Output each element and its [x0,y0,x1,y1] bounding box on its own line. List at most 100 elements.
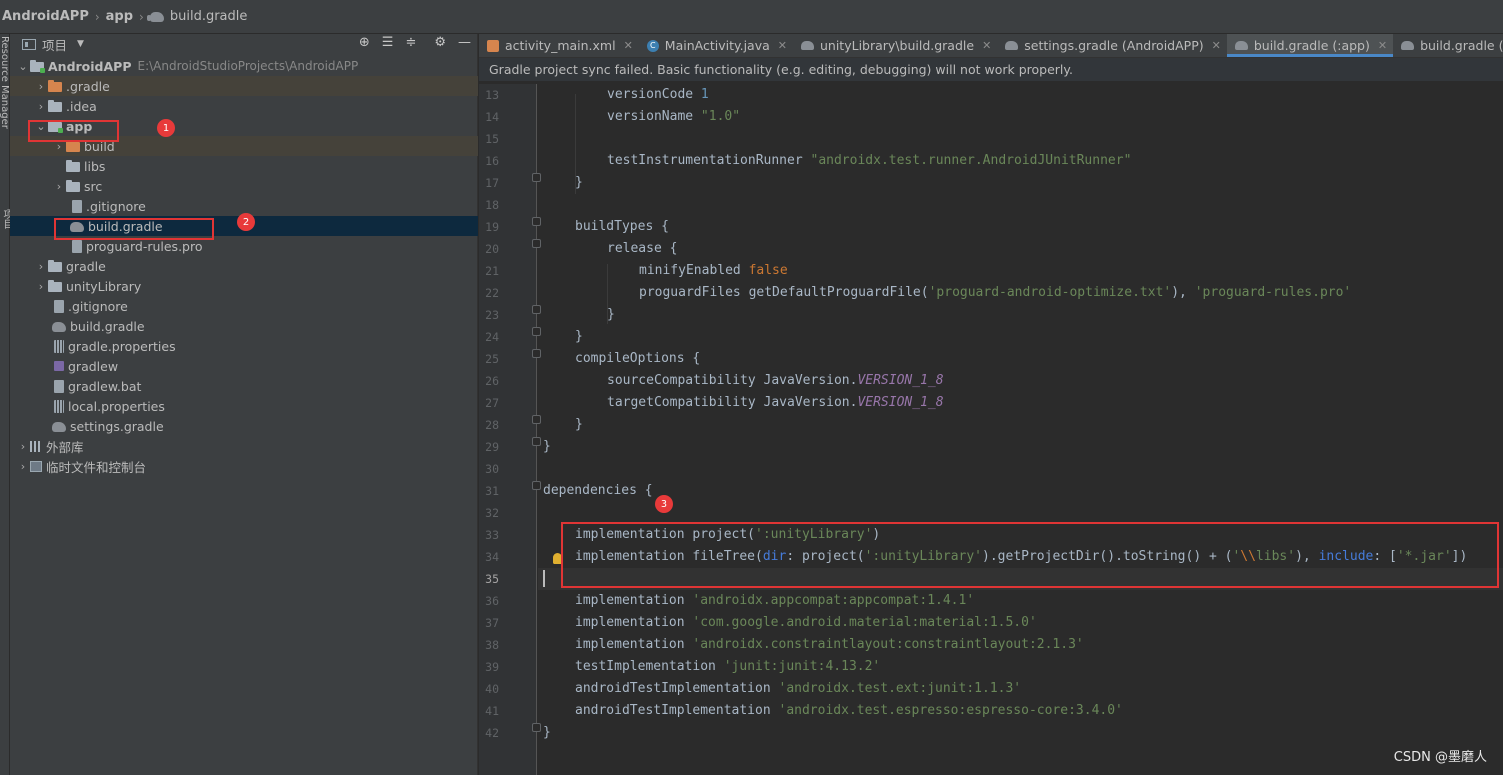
tree-item-idea[interactable]: › .idea [10,96,478,116]
tree-item-androidapp[interactable]: ⌄ AndroidAPP E:\AndroidStudioProjects\An… [10,56,478,76]
chevron-right-icon[interactable]: › [34,80,48,93]
line-number: 29 [485,440,499,454]
line-number: 15 [485,132,499,146]
breadcrumb-project[interactable]: AndroidAPP [2,9,89,24]
tab-activity-main-xml[interactable]: activity_main.xml ✕ [479,34,639,57]
close-icon[interactable]: ✕ [982,39,991,52]
fold-marker-icon[interactable] [532,173,541,182]
tree-item-unitylibrary[interactable]: › unityLibrary [10,276,478,296]
hide-panel-icon[interactable]: — [458,35,471,50]
resource-manager-tab[interactable]: Resource Manager [0,36,10,129]
fold-marker-icon[interactable] [532,217,541,226]
line-number: 38 [485,638,499,652]
breadcrumb-module[interactable]: app [106,9,133,24]
fold-marker-icon[interactable] [532,239,541,248]
line-number: 17 [485,176,499,190]
close-icon[interactable]: ✕ [1378,39,1387,52]
folder-icon [66,159,80,172]
line-number: 39 [485,660,499,674]
line-number: 21 [485,264,499,278]
breadcrumb-separator: › [94,9,100,24]
tree-item-gradle[interactable]: › gradle [10,256,478,276]
chevron-down-icon[interactable]: ⌄ [34,120,48,133]
close-icon[interactable]: ✕ [778,39,787,52]
tree-item-label: unityLibrary [66,278,142,294]
tree-item-src[interactable]: › src [10,176,478,196]
collapse-all-icon[interactable]: ≑ [405,35,416,50]
tree-item-label: .gitignore [68,298,128,314]
tab-root-build-gradle[interactable]: build.gradle (AndroidAP [1393,34,1503,57]
tree-item-gradlew-bat[interactable]: gradlew.bat [10,376,478,396]
fold-marker-icon[interactable] [532,349,541,358]
chevron-right-icon[interactable]: › [52,140,66,153]
line-number: 20 [485,242,499,256]
tree-item-app[interactable]: ⌄ app [10,116,478,136]
code-line-29: } [543,439,551,454]
code-line-33: implementation project(':unityLibrary') [575,527,881,542]
tree-item-label: build.gradle [70,318,145,334]
tree-item-root-gitignore[interactable]: .gitignore [10,296,478,316]
tree-item-label: libs [84,158,106,174]
fold-marker-icon[interactable] [532,481,541,490]
tree-item-label: app [66,118,93,134]
line-number: 36 [485,594,499,608]
close-icon[interactable]: ✕ [624,39,633,52]
gradle-elephant-icon [1401,41,1415,50]
tree-item-gradle-dir[interactable]: › .gradle [10,76,478,96]
fold-marker-icon[interactable] [532,305,541,314]
code-line-34: implementation fileTree(dir: project(':u… [575,549,1468,564]
code-line-37: implementation 'com.google.android.mater… [575,615,1037,630]
tree-item-local-properties[interactable]: local.properties [10,396,478,416]
tree-item-external-libraries[interactable]: › 外部库 [10,436,478,456]
tree-item-gradlew[interactable]: gradlew [10,356,478,376]
code-line-27: targetCompatibility JavaVersion.VERSION_… [607,395,944,410]
locate-icon[interactable]: ⊕ [359,35,370,50]
gradle-elephant-icon [1005,41,1019,50]
fold-marker-icon[interactable] [532,437,541,446]
tree-item-scratches[interactable]: › 临时文件和控制台 [10,456,478,476]
line-number: 22 [485,286,499,300]
tree-item-settings-gradle[interactable]: settings.gradle [10,416,478,436]
tree-item-label: gradlew.bat [68,378,142,394]
tab-settings-gradle[interactable]: settings.gradle (AndroidAPP) ✕ [997,34,1227,57]
breadcrumb-file[interactable]: build.gradle [170,9,248,24]
chevron-down-icon[interactable]: ▼ [77,39,84,49]
chevron-right-icon[interactable]: › [34,100,48,113]
fold-marker-icon[interactable] [532,415,541,424]
annotation-badge: 1 [157,119,175,137]
line-number: 33 [485,528,499,542]
folder-icon [48,259,62,272]
tree-item-label: 外部库 [46,439,84,455]
gradle-elephant-icon [800,41,814,50]
code-line-28: } [575,417,583,432]
tab-unitylibrary-build-gradle[interactable]: unityLibrary\build.gradle ✕ [793,34,997,57]
tree-item-root-build-gradle[interactable]: build.gradle [10,316,478,336]
line-number: 34 [485,550,499,564]
code-area[interactable]: 13 14 15 16 17 18 19 20 21 22 23 24 25 26 27 28 29 30 31 32… [479,84,1503,775]
chevron-right-icon[interactable]: › [16,460,30,473]
chevron-right-icon[interactable]: › [34,260,48,273]
chevron-right-icon[interactable]: › [52,180,66,193]
code-line-19: buildTypes { [575,219,669,234]
expand-all-icon[interactable]: ☰ [382,35,394,50]
gear-icon[interactable]: ⚙ [434,35,446,50]
tree-item-label: settings.gradle [70,418,164,434]
chevron-down-icon[interactable]: ⌄ [16,60,30,73]
fold-marker-icon[interactable] [532,327,541,336]
close-icon[interactable]: ✕ [1212,39,1221,52]
line-number: 28 [485,418,499,432]
tree-item-proguard[interactable]: proguard-rules.pro [10,236,478,256]
tab-label: MainActivity.java [664,38,770,53]
tree-item-build[interactable]: › build [10,136,478,156]
chevron-right-icon[interactable]: › [16,440,30,453]
tree-item-gradle-properties[interactable]: gradle.properties [10,336,478,356]
fold-marker-icon[interactable] [532,723,541,732]
project-view-selector[interactable]: 项目 [42,35,67,54]
gradle-elephant-icon [1234,41,1248,50]
line-number: 24 [485,330,499,344]
tab-app-build-gradle[interactable]: build.gradle (:app) ✕ [1226,34,1394,57]
chevron-right-icon[interactable]: › [34,280,48,293]
tab-mainactivity-java[interactable]: C MainActivity.java ✕ [639,34,793,57]
lightbulb-icon[interactable] [553,553,562,564]
tree-item-libs[interactable]: libs [10,156,478,176]
